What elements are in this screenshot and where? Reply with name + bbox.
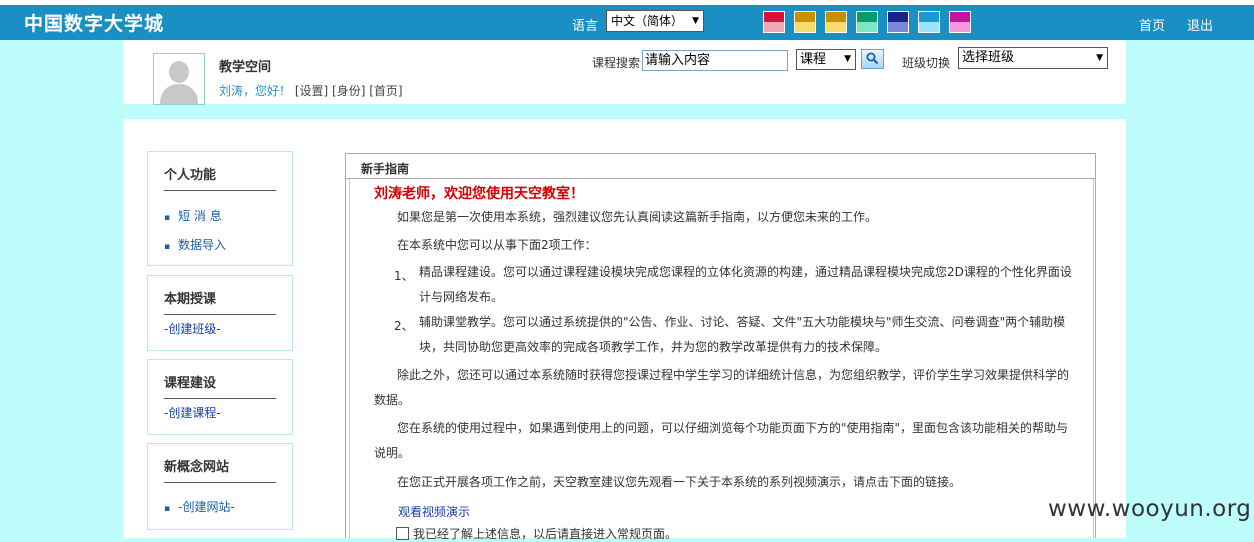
main-panel: 个人功能 ▪ 短 消 息 ▪ 数据导入 本期授课 -创建班级- 课程建设 -创建课程… [123,119,1126,542]
sidebar-item-data-import[interactable]: ▪ 数据导入 [164,236,226,253]
greeting-row: 刘涛，您好！ [设置] [身份] [首页] [219,82,403,99]
watch-video-link[interactable]: 观看视频演示 [398,503,470,520]
language-select-value: 中文（简体） [611,14,684,28]
class-switch-label: 班级切换 [902,56,951,70]
theme-swatch-gold[interactable] [794,11,816,33]
theme-swatch-magenta[interactable] [949,11,971,33]
sidebar-item-label: 短 消 息 [178,209,222,223]
search-button[interactable] [861,49,884,69]
course-search-label: 课程搜索 [592,56,641,70]
sidebar-course-box: 课程建设 -创建课程- [147,359,293,435]
theme-swatch-blue[interactable] [918,11,940,33]
create-site-link[interactable]: ▪ -创建网站- [164,498,235,515]
sidebar-site-box: 新概念网站 ▪ -创建网站- [147,443,293,530]
divider [164,314,276,315]
help-line1: 您在系统的使用过程中，如果遇到使用上的问题，可以仔细浏览每个功能页面下方的"使用… [397,421,1069,435]
search-type-select[interactable]: 课程 ▼ [796,49,856,70]
space-title: 教学空间 [219,60,272,75]
greeting-text: 刘涛，您好！ [219,84,292,98]
language-label: 语言 [572,19,599,34]
extra-line2: 数据。 [374,393,411,407]
search-type-value: 课程 [800,52,827,67]
site-logo[interactable]: 中国数字大学城 [24,9,164,36]
sidebar-current-title: 本期授课 [164,292,217,307]
bullet-icon: ▪ [164,213,171,223]
nav-home-link[interactable]: 首页 [1139,15,1165,34]
sidebar-site-title: 新概念网站 [164,460,230,475]
item2-number: 2、 [394,319,414,333]
create-course-link[interactable]: -创建课程- [164,404,221,421]
sidebar-current-box: 本期授课 -创建班级- [147,275,293,351]
intro-paragraph: 如果您是第一次使用本系统，强烈建议您先认真阅读这篇新手指南，以方便您未来的工作。 [397,210,878,224]
guide-title: 新手指南 [361,162,410,176]
top-navigation-bar: 中国数字大学城 语言 中文（简体） ▼ 首页 退出 [0,5,1254,40]
theme-swatch-green[interactable] [856,11,878,33]
language-select[interactable]: 中文（简体） ▼ [606,10,704,32]
divider [164,190,276,191]
tasks-intro: 在本系统中您可以从事下面2项工作： [397,238,597,252]
chevron-down-icon: ▼ [1096,53,1103,63]
search-icon [866,52,879,65]
avatar[interactable] [153,53,205,105]
agree-checkbox[interactable] [396,527,409,540]
class-select-value: 选择班级 [962,50,1015,65]
home-link[interactable]: [首页] [369,84,402,98]
help-line2: 说明。 [374,446,411,460]
chevron-down-icon: ▼ [692,16,699,26]
guide-header: 新手指南 [346,154,1095,179]
sidebar-item-label: 数据导入 [178,238,227,252]
item2-line1: 辅助课堂教学。您可以通过系统提供的"公告、作业、讨论、答疑、文件"五大功能模块与… [419,315,1066,329]
theme-swatch-red[interactable] [763,11,785,33]
user-header: 教学空间 刘涛，您好！ [设置] [身份] [首页] 课程搜索 请输入内容 课程… [123,40,1126,105]
sidebar-personal-title: 个人功能 [164,168,217,183]
agree-row: 我已经了解上述信息，以后请直接进入常规页面。 [396,525,677,542]
video-intro: 在您正式开展各项工作之前，天空教室建议您先观看一下关于本系统的系列视频演示，请点… [397,475,962,489]
bullet-icon: ▪ [164,504,171,514]
settings-link[interactable]: [设置] [295,84,328,98]
sidebar-personal-box: 个人功能 ▪ 短 消 息 ▪ 数据导入 [147,151,293,266]
bullet-icon: ▪ [164,242,171,252]
item1-line1: 精品课程建设。您可以通过课程建设模块完成您课程的立体化资源的构建，通过精品课程模… [419,265,1072,279]
extra-line1: 除此之外，您还可以通过本系统随时获得您授课过程中学生学习的详细统计信息，为您组织… [397,368,1070,382]
create-site-label: -创建网站- [178,500,235,514]
item1-number: 1、 [394,269,414,283]
watermark: www.wooyun.org [1048,496,1252,522]
chevron-down-icon: ▼ [844,54,851,64]
create-class-link[interactable]: -创建班级- [164,320,221,337]
item2-line2: 块，共同协助您更高效率的完成各项教学工作，并为您的教学改革提供有力的技术保障。 [419,340,888,354]
guide-body: 刘涛老师，欢迎您使用天空教室！ 如果您是第一次使用本系统，强烈建议您先认真阅读这… [349,179,1094,542]
search-input[interactable]: 请输入内容 [642,50,788,71]
divider [164,482,276,483]
newbie-guide-panel: 新手指南 刘涛老师，欢迎您使用天空教室！ 如果您是第一次使用本系统，强烈建议您先… [345,153,1096,542]
item1-line2: 计与网络发布。 [419,290,504,304]
agree-label: 我已经了解上述信息，以后请直接进入常规页面。 [413,527,678,541]
sidebar-item-messages[interactable]: ▪ 短 消 息 [164,207,222,224]
theme-swatch-gold-2[interactable] [825,11,847,33]
divider [164,398,276,399]
sidebar-course-title: 课程建设 [164,376,217,391]
nav-exit-link[interactable]: 退出 [1187,15,1213,34]
theme-swatch-navy[interactable] [887,11,909,33]
class-select[interactable]: 选择班级 ▼ [958,47,1108,69]
welcome-heading: 刘涛老师，欢迎您使用天空教室！ [374,186,584,202]
role-link[interactable]: [身份] [332,84,365,98]
